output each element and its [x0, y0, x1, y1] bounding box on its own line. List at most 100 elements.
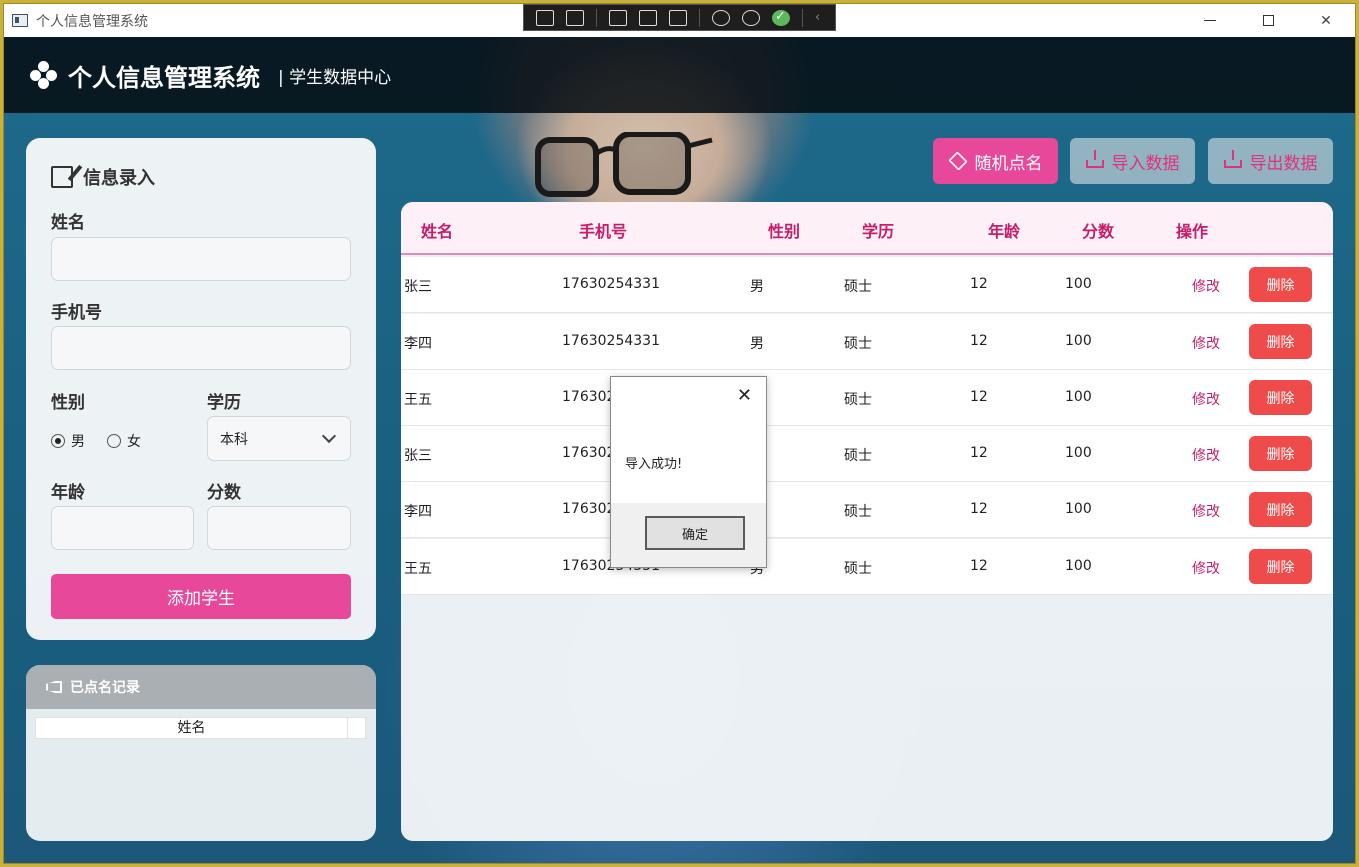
column-header-gender[interactable]: 性别 [768, 218, 800, 242]
card-title: 信息录入 [51, 164, 155, 190]
cell-score: 100 [1065, 445, 1092, 461]
cell-score: 100 [1065, 558, 1092, 574]
close-icon: ✕ [1320, 12, 1332, 29]
name-input[interactable] [51, 237, 351, 281]
cell-age: 12 [970, 445, 988, 461]
layout-adorner-icon[interactable] [639, 9, 657, 26]
gender-male-radio[interactable] [51, 434, 65, 448]
close-button[interactable]: ✕ [1297, 4, 1355, 37]
cell-age: 12 [970, 558, 988, 574]
collapse-chevron-icon[interactable]: ‹ [815, 10, 820, 25]
cell-score: 100 [1065, 501, 1092, 517]
table-row[interactable]: 张三 17630254331 男 硕士 12 100 修改 删除 [401, 426, 1333, 482]
called-records-table-header: 姓名 [35, 717, 366, 739]
edit-link[interactable]: 修改 [1192, 333, 1220, 353]
hot-reload-icon[interactable] [712, 9, 730, 26]
table-row[interactable]: 王五 17630254331 男 硕士 12 100 修改 删除 [401, 370, 1333, 426]
edit-link[interactable]: 修改 [1192, 501, 1220, 521]
delete-button[interactable]: 删除 [1249, 492, 1312, 527]
cell-age: 12 [970, 276, 988, 292]
column-header-score[interactable]: 分数 [1082, 218, 1114, 242]
export-icon [1223, 150, 1242, 168]
select-element-icon[interactable] [536, 9, 554, 26]
education-select[interactable]: 本科 [207, 416, 351, 461]
minimize-button[interactable] [1181, 4, 1239, 37]
binding-check-icon[interactable] [772, 9, 790, 26]
table-row[interactable]: 李四 17630254331 男 硕士 12 100 修改 删除 [401, 314, 1333, 370]
phone-input[interactable] [51, 326, 351, 370]
maximize-icon [1262, 15, 1274, 26]
table-row[interactable]: 李四 17630254331 男 硕士 12 100 修改 删除 [401, 482, 1333, 538]
age-label: 年龄 [51, 483, 85, 503]
gender-female-radio[interactable] [107, 434, 121, 448]
cell-education: 硕士 [844, 504, 872, 520]
toolbar-separator [699, 8, 700, 27]
table-row[interactable]: 王五 17630254331 男 硕士 12 100 修改 删除 [401, 539, 1333, 595]
column-header-education[interactable]: 学历 [862, 218, 894, 242]
edit-note-icon [51, 166, 73, 188]
card-title-text: 信息录入 [83, 168, 155, 189]
column-header-name[interactable]: 姓名 [421, 218, 453, 242]
education-label: 学历 [207, 393, 241, 413]
called-records-header: 已点名记录 [26, 665, 376, 709]
export-data-button[interactable]: 导出数据 [1208, 138, 1333, 184]
maximize-button[interactable] [1239, 4, 1297, 37]
dialog-ok-button[interactable]: 确定 [645, 516, 745, 550]
called-records-card: 已点名记录 姓名 [26, 665, 376, 841]
edit-link[interactable]: 修改 [1192, 445, 1220, 465]
cell-education: 硕士 [844, 392, 872, 408]
toolbar-separator [802, 8, 803, 27]
app-window: 个人信息管理系统 ✕ ‹ [3, 3, 1356, 864]
cell-name: 李四 [404, 504, 432, 520]
window-title: 个人信息管理系统 [36, 13, 148, 30]
column-header-age[interactable]: 年龄 [988, 218, 1020, 242]
gender-label: 性别 [51, 393, 85, 413]
cell-score: 100 [1065, 389, 1092, 405]
cell-age: 12 [970, 501, 988, 517]
pointer-icon[interactable] [609, 9, 627, 26]
delete-button[interactable]: 删除 [1249, 549, 1312, 584]
table-header: 姓名 手机号 性别 学历 年龄 分数 操作 [401, 202, 1333, 255]
edit-link[interactable]: 修改 [1192, 558, 1220, 578]
delete-button[interactable]: 删除 [1249, 436, 1312, 471]
delete-button[interactable]: 删除 [1249, 380, 1312, 415]
video-icon[interactable] [566, 9, 584, 26]
cell-name: 李四 [404, 336, 432, 352]
cell-age: 12 [970, 389, 988, 405]
dialog-close-icon[interactable]: ✕ [737, 385, 752, 406]
cell-name: 张三 [404, 279, 432, 295]
dialog-footer: 确定 [611, 503, 766, 567]
track-focus-icon[interactable] [669, 9, 687, 26]
edit-link[interactable]: 修改 [1192, 389, 1220, 409]
dice-icon [947, 151, 968, 171]
accessibility-icon[interactable] [742, 9, 760, 26]
megaphone-icon [46, 681, 62, 693]
cell-education: 硕士 [844, 561, 872, 577]
age-input[interactable] [51, 506, 194, 550]
student-table: 姓名 手机号 性别 学历 年龄 分数 操作 张三 17630254331 男 硕… [401, 202, 1333, 841]
education-selected-value: 本科 [220, 431, 248, 448]
cell-gender: 男 [750, 279, 764, 295]
cell-phone: 17630254331 [562, 333, 660, 349]
cell-age: 12 [970, 333, 988, 349]
cell-education: 硕士 [844, 279, 872, 295]
column-header-name[interactable]: 姓名 [36, 718, 348, 738]
cell-score: 100 [1065, 333, 1092, 349]
called-records-title: 已点名记录 [70, 680, 140, 696]
gender-male-label: 男 [71, 434, 85, 450]
import-data-button[interactable]: 导入数据 [1070, 138, 1195, 184]
window-controls: ✕ [1181, 4, 1355, 37]
add-student-button[interactable]: 添加学生 [51, 574, 351, 619]
random-call-button[interactable]: 随机点名 [933, 138, 1058, 184]
score-input[interactable] [207, 506, 351, 550]
cell-phone: 17630254331 [562, 276, 660, 292]
column-header-phone[interactable]: 手机号 [579, 218, 627, 242]
edit-link[interactable]: 修改 [1192, 276, 1220, 296]
delete-button[interactable]: 删除 [1249, 267, 1312, 302]
cell-name: 王五 [404, 392, 432, 408]
delete-button[interactable]: 删除 [1249, 324, 1312, 359]
cell-score: 100 [1065, 276, 1092, 292]
gender-radio-group: 男 女 [51, 431, 141, 451]
table-row[interactable]: 张三 17630254331 男 硕士 12 100 修改 删除 [401, 257, 1333, 313]
cell-education: 硕士 [844, 448, 872, 464]
